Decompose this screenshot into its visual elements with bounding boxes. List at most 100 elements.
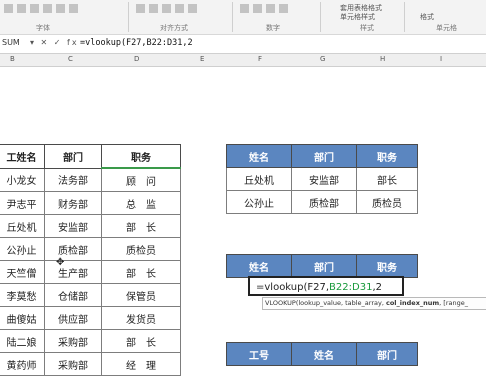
align-center-icon[interactable] — [149, 4, 158, 13]
editor-text-range: B22:D31 — [329, 282, 373, 293]
table-row: 黄药师 采购部经 理 — [0, 352, 181, 376]
column-header[interactable]: B — [10, 55, 15, 63]
percent-icon[interactable] — [253, 4, 262, 13]
table-header[interactable]: 职务 — [356, 144, 418, 168]
ribbon: 套用表格格式 单元格样式 格式 字体 对齐方式 数字 样式 单元格 — [0, 0, 486, 35]
cell[interactable]: 顾 问 — [101, 167, 181, 192]
cell[interactable]: 尹志平 — [0, 191, 45, 215]
table-row: 天竺僧 生产部部 长 — [0, 260, 181, 284]
align-right-icon[interactable] — [162, 4, 171, 13]
cell[interactable]: 采购部 — [44, 352, 102, 376]
cell[interactable]: 陆二娘 — [0, 329, 45, 353]
table-header[interactable]: 姓名 — [226, 144, 292, 168]
align-left-icon[interactable] — [136, 4, 145, 13]
align-tools[interactable] — [136, 4, 201, 14]
group-label-font: 字体 — [36, 24, 50, 32]
editor-text-prefix: =vlookup(F27, — [256, 282, 330, 293]
tooltip-args: lookup_value, table_array, — [298, 299, 386, 307]
column-header[interactable]: D — [134, 55, 139, 63]
table-header[interactable]: 工姓名 — [0, 144, 45, 169]
cell[interactable]: 安监部 — [44, 214, 102, 238]
table-row: 尹志平 财务部总 监 — [0, 191, 181, 215]
table-row: 小龙女 法务部顾 问 — [0, 167, 181, 192]
merge-icon[interactable] — [188, 4, 197, 13]
function-tooltip[interactable]: VLOOKUP(lookup_value, table_array, col_i… — [262, 297, 486, 310]
table-header[interactable]: 部门 — [44, 144, 102, 169]
cell[interactable]: 生产部 — [44, 260, 102, 284]
table-row: 曲傻姑 供应部 发货员 — [0, 306, 181, 330]
group-label-styles: 样式 — [360, 24, 374, 32]
bold-icon[interactable] — [4, 4, 13, 13]
font-tools[interactable] — [4, 4, 82, 14]
border-icon[interactable] — [43, 4, 52, 13]
cell[interactable]: 总 监 — [101, 191, 181, 215]
column-header[interactable]: H — [380, 55, 385, 63]
cell[interactable]: 法务部 — [44, 167, 102, 192]
table-row: 丘处机 安监部 部长 — [226, 167, 418, 191]
cell[interactable]: 公孙止 — [226, 190, 292, 214]
table-header[interactable]: 姓名 — [291, 342, 357, 366]
cell[interactable]: 仓储部 — [44, 283, 102, 307]
cell[interactable]: 发货员 — [101, 306, 181, 330]
cell[interactable]: 黄药师 — [0, 352, 45, 376]
cell[interactable]: 小龙女 — [0, 167, 45, 192]
cell-editor[interactable]: =vlookup(F27,B22:D31,2 — [248, 276, 404, 296]
cell[interactable]: 质检员 — [101, 237, 181, 261]
cell[interactable]: 曲傻姑 — [0, 306, 45, 330]
comma-icon[interactable] — [266, 4, 275, 13]
table-header[interactable]: 姓名 — [226, 254, 292, 278]
cells-format[interactable]: 格式 — [420, 12, 434, 22]
group-label-cells: 单元格 — [436, 24, 457, 32]
cell[interactable]: 财务部 — [44, 191, 102, 215]
table-header[interactable]: 工号 — [226, 342, 292, 366]
column-header[interactable]: E — [200, 55, 204, 63]
cell[interactable]: 安监部 — [291, 167, 357, 191]
lookup-input-table: 姓名 部门 职务 — [226, 254, 418, 278]
column-header[interactable]: G — [320, 55, 325, 63]
divider — [232, 2, 233, 32]
cell[interactable]: 部 长 — [101, 329, 181, 353]
cell[interactable]: 质检部 — [291, 190, 357, 214]
column-header[interactable]: I — [440, 55, 442, 63]
cell[interactable]: 部 长 — [101, 214, 181, 238]
cell[interactable]: 经 理 — [101, 352, 181, 376]
cell[interactable]: 部长 — [356, 167, 418, 191]
number-tools[interactable] — [240, 4, 292, 14]
cell[interactable]: 天竺僧 — [0, 260, 45, 284]
style-cell-styles[interactable]: 单元格样式 — [340, 12, 375, 22]
underline-icon[interactable] — [30, 4, 39, 13]
cell[interactable]: 部 长 — [101, 260, 181, 284]
table-header[interactable]: 职务 — [101, 144, 181, 169]
decimal-icon[interactable] — [279, 4, 288, 13]
table-row: 公孙止 质检部 质检员 — [226, 190, 418, 214]
currency-icon[interactable] — [240, 4, 249, 13]
group-label-align: 对齐方式 — [160, 24, 188, 32]
formula-icons[interactable]: ▾ ✕ ✓ fx — [30, 38, 79, 47]
cell[interactable]: 保管员 — [101, 283, 181, 307]
table-header[interactable]: 部门 — [291, 144, 357, 168]
cell[interactable]: 质检部 — [44, 237, 102, 261]
font-color-icon[interactable] — [69, 4, 78, 13]
table-header[interactable]: 职务 — [356, 254, 418, 278]
cell[interactable]: 李莫愁 — [0, 283, 45, 307]
cell[interactable]: 丘处机 — [0, 214, 45, 238]
cell[interactable]: 丘处机 — [226, 167, 292, 191]
tooltip-current-arg: col_index_num — [385, 299, 440, 307]
table-header[interactable]: 部门 — [356, 342, 418, 366]
cell[interactable]: 质检员 — [356, 190, 418, 214]
italic-icon[interactable] — [17, 4, 26, 13]
cell[interactable]: 采购部 — [44, 329, 102, 353]
cell[interactable]: 供应部 — [44, 306, 102, 330]
table-header[interactable]: 部门 — [291, 254, 357, 278]
column-header[interactable]: C — [68, 55, 73, 63]
mouse-pointer-icon: ✥ — [56, 257, 65, 268]
column-header[interactable]: F — [258, 55, 262, 63]
formula-input[interactable]: =vlookup(F27,B22:D31,2 — [80, 38, 193, 48]
divider — [128, 2, 129, 32]
name-box[interactable]: SUM — [2, 38, 20, 47]
employee-table: 工姓名 部门 职务 小龙女 法务部顾 问 尹志平 财务部总 监 丘处机 安监部部 长 … — [0, 144, 181, 376]
fill-color-icon[interactable] — [56, 4, 65, 13]
cell[interactable]: 公孙止 — [0, 237, 45, 261]
indent-icon[interactable] — [175, 4, 184, 13]
table-row: 李莫愁 仓储部 保管员 — [0, 283, 181, 307]
